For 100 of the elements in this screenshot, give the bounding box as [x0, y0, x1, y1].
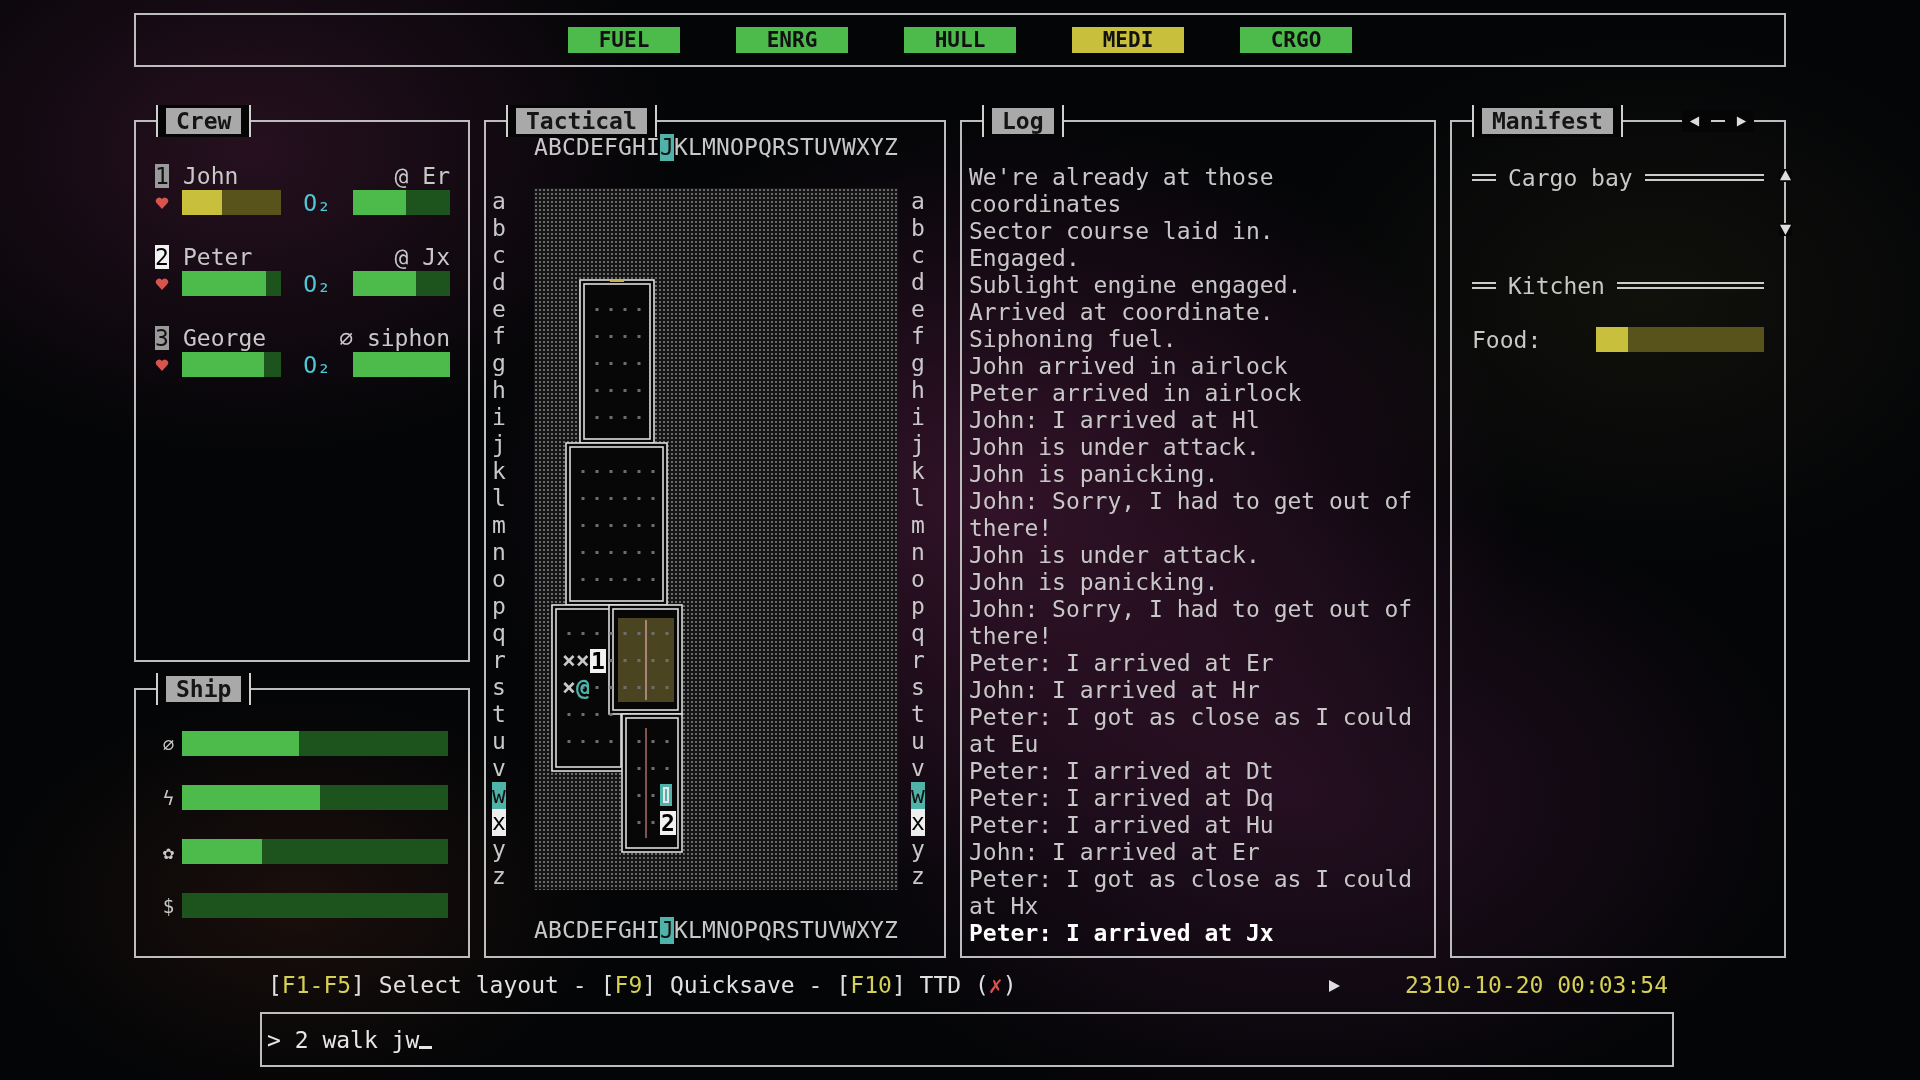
row-label: f	[492, 323, 506, 350]
system-button[interactable]: ENRG	[736, 27, 848, 53]
system-button[interactable]: CRGO	[1240, 27, 1352, 53]
cross-marks: ××	[562, 647, 590, 674]
double-line-rule	[1472, 174, 1496, 181]
row-label: k	[911, 458, 925, 485]
row-label: n	[911, 539, 925, 566]
row-label: j	[911, 431, 925, 458]
column-label: Q	[758, 134, 772, 161]
separator-text: -	[572, 972, 587, 999]
column-label: O	[730, 134, 744, 161]
row-label: s	[492, 674, 506, 701]
crew-location: @ Er	[394, 162, 450, 189]
log-message: We're already at those coordinates	[969, 164, 1275, 218]
column-label: D	[576, 134, 590, 161]
row-label: b	[492, 215, 506, 242]
row-label: y	[911, 836, 925, 863]
log-message: John is under attack.	[969, 542, 1261, 569]
row-label: y	[492, 836, 506, 863]
column-label: V	[828, 917, 842, 944]
row-label: m	[492, 512, 506, 539]
key-hint: [F10] TTD (✗)	[836, 972, 1017, 999]
command-field[interactable]: > 2 walk jw	[260, 1012, 1674, 1067]
log-message: John arrived in airlock	[969, 353, 1289, 380]
column-label: S	[786, 134, 800, 161]
section-title: Kitchen	[1508, 272, 1605, 299]
column-label: L	[688, 917, 702, 944]
panel-title: Crew	[166, 108, 242, 134]
row-label: x	[911, 809, 925, 836]
row-label: a	[492, 188, 506, 215]
column-label: I	[646, 917, 660, 944]
oxygen-label: O₂	[302, 270, 332, 297]
row-label: v	[492, 755, 506, 782]
column-label: O	[730, 917, 744, 944]
column-label: Z	[884, 134, 898, 161]
oxygen-label: O₂	[302, 351, 332, 378]
column-label: D	[576, 917, 590, 944]
text-cursor	[419, 1046, 433, 1049]
log-message: John: I arrived at Hr	[969, 677, 1261, 704]
log-message: Peter: I got as close as I could at Eu	[969, 704, 1414, 758]
column-label: A	[534, 917, 548, 944]
system-button[interactable]: FUEL	[568, 27, 680, 53]
gauge-symbol: $	[161, 894, 176, 917]
column-label: M	[702, 917, 716, 944]
column-label: R	[772, 134, 786, 161]
log-message: Sublight engine engaged.	[969, 272, 1303, 299]
crew-location: ⌀ siphon	[339, 324, 450, 351]
row-label: d	[492, 269, 506, 296]
row-label: q	[492, 620, 506, 647]
row-label: r	[492, 647, 506, 674]
column-label: U	[814, 917, 828, 944]
row-label: o	[911, 566, 925, 593]
double-line-rule	[1472, 282, 1496, 289]
right-arrow-icon[interactable]	[1735, 114, 1748, 128]
heart-icon	[155, 357, 169, 372]
log-message: John: Sorry, I had to get out of there!	[969, 488, 1414, 542]
row-label: c	[911, 242, 925, 269]
log-message: Peter: I arrived at Hu	[969, 812, 1275, 839]
system-button[interactable]: HULL	[904, 27, 1016, 53]
scroll-down-icon[interactable]	[1779, 223, 1792, 236]
log-message: John: I arrived at Hl	[969, 407, 1261, 434]
column-label: P	[744, 917, 758, 944]
crew-number[interactable]: 1	[155, 163, 169, 188]
gauge-symbol: ✿	[161, 840, 176, 863]
row-label: h	[492, 377, 506, 404]
column-label: S	[786, 917, 800, 944]
crew-number[interactable]: 3	[155, 325, 169, 350]
cursor-square-icon	[660, 784, 672, 806]
column-label: U	[814, 134, 828, 161]
column-label: C	[562, 134, 576, 161]
scroll-up-icon[interactable]	[1779, 169, 1792, 182]
row-label: o	[492, 566, 506, 593]
row-label: c	[492, 242, 506, 269]
row-label: w	[911, 782, 925, 809]
column-label: G	[618, 917, 632, 944]
crew-name: Peter	[183, 243, 253, 270]
row-label: i	[492, 404, 506, 431]
row-label: u	[911, 728, 925, 755]
row-label: v	[911, 755, 925, 782]
panel-title: Ship	[166, 676, 242, 702]
column-label: Y	[870, 134, 884, 161]
gauge-symbol: ϟ	[161, 786, 176, 809]
key-hint: [F9] Quicksave	[600, 972, 795, 999]
at-sign-marker: @	[576, 674, 590, 701]
column-label: Y	[870, 917, 884, 944]
date-time: 2310-10-20 00:03:54	[1404, 972, 1668, 999]
column-label: X	[856, 134, 870, 161]
column-label: X	[856, 917, 870, 944]
system-button[interactable]: MEDI	[1072, 27, 1184, 53]
play-icon	[1326, 978, 1341, 993]
row-label: g	[911, 350, 925, 377]
left-arrow-icon[interactable]	[1688, 114, 1701, 128]
column-label: M	[702, 134, 716, 161]
section-title: Cargo bay	[1508, 164, 1633, 191]
log-message: Siphoning fuel.	[969, 326, 1178, 353]
key-hint: [F1-F5] Select layout	[268, 972, 559, 999]
crew-number[interactable]: 2	[155, 244, 169, 269]
log-message: Peter: I got as close as I could at Hx	[969, 866, 1414, 920]
log-message: Peter: I arrived at Dt	[969, 758, 1275, 785]
heart-icon	[155, 195, 169, 210]
